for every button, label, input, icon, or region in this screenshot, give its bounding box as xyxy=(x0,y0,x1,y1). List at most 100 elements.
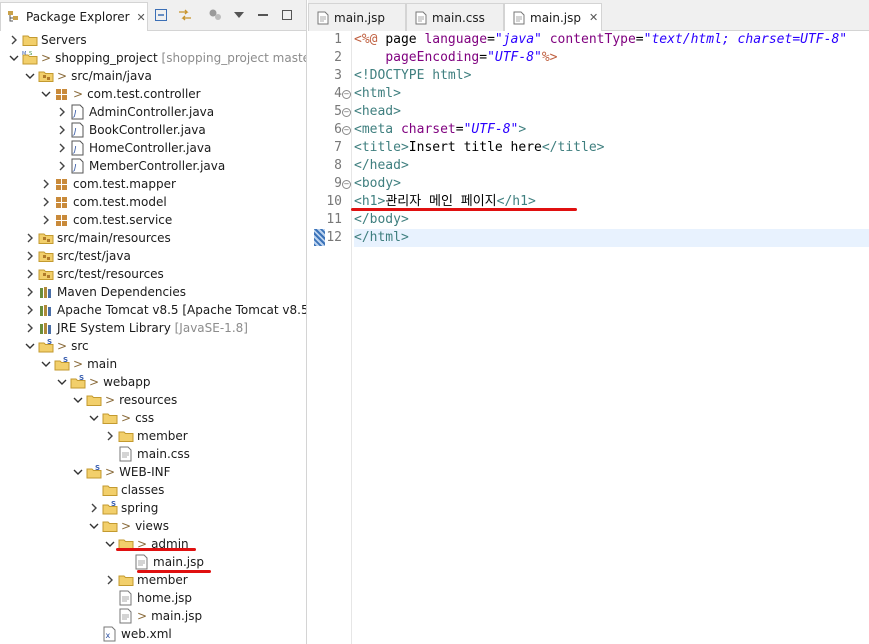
chevron-right-icon[interactable] xyxy=(40,212,52,228)
tree-item[interactable]: main.css xyxy=(0,445,306,463)
chevron-down-icon[interactable] xyxy=(88,410,100,426)
code-line[interactable]: <head> xyxy=(354,103,401,121)
chevron-right-icon[interactable] xyxy=(56,122,68,138)
chevron-down-icon[interactable] xyxy=(88,518,100,534)
tree-item[interactable]: M S > shopping_project [shopping_project ma… xyxy=(0,49,306,67)
chevron-right-icon[interactable] xyxy=(104,572,116,588)
code-line[interactable]: </html> xyxy=(354,229,869,247)
tree-item[interactable]: > src/main/java xyxy=(0,67,306,85)
code-line[interactable]: <!DOCTYPE html> xyxy=(354,67,471,85)
view-menu-icon[interactable] xyxy=(230,6,248,24)
tree-item[interactable]: member xyxy=(0,427,306,445)
chevron-right-icon[interactable] xyxy=(88,500,100,516)
tree-item[interactable]: com.test.mapper xyxy=(0,175,306,193)
chevron-down-icon[interactable] xyxy=(24,338,36,354)
line-number: 3 xyxy=(334,68,342,83)
minimize-icon[interactable] xyxy=(254,6,272,24)
code-token: </html> xyxy=(354,230,409,245)
tree-item[interactable]: S > webapp xyxy=(0,373,306,391)
chevron-right-icon[interactable] xyxy=(24,284,36,300)
git-decoration: > xyxy=(121,519,132,533)
chevron-right-icon[interactable] xyxy=(104,428,116,444)
tab-main-jsp-active[interactable]: main.jsp ✕ xyxy=(504,3,602,31)
chevron-down-icon[interactable] xyxy=(8,50,20,66)
fold-collapse-icon[interactable]: − xyxy=(342,90,351,99)
tree-item-label: src/test/java xyxy=(57,248,131,264)
code-line[interactable]: <meta charset="UTF-8"> xyxy=(354,121,526,139)
code-token: <meta xyxy=(354,122,401,137)
tree-item[interactable]: S > main xyxy=(0,355,306,373)
tree-item[interactable]: JRE System Library [JavaSE-1.8] xyxy=(0,319,306,337)
fold-collapse-icon[interactable]: − xyxy=(342,180,351,189)
tree-item[interactable]: com.test.service xyxy=(0,211,306,229)
tree-item[interactable]: Maven Dependencies xyxy=(0,283,306,301)
tree-item[interactable]: > resources xyxy=(0,391,306,409)
tree-item[interactable]: > css xyxy=(0,409,306,427)
tree-item-text: Apache Tomcat v8.5 [Apache Tomcat v8.5] xyxy=(57,303,307,317)
tree-item[interactable]: J HomeController.java xyxy=(0,139,306,157)
code-line[interactable]: pageEncoding="UTF-8"%> xyxy=(354,49,557,67)
chevron-down-icon[interactable] xyxy=(56,374,68,390)
chevron-right-icon[interactable] xyxy=(24,266,36,282)
tab-main-jsp-1[interactable]: main.jsp xyxy=(308,3,406,31)
chevron-down-icon[interactable] xyxy=(104,536,116,552)
tab-main-css[interactable]: main.css xyxy=(406,3,504,31)
chevron-down-icon[interactable] xyxy=(72,464,84,480)
tree-item[interactable]: classes xyxy=(0,481,306,499)
tree-item[interactable]: src/test/java xyxy=(0,247,306,265)
tree-item[interactable]: > com.test.controller xyxy=(0,85,306,103)
tree-item[interactable]: src/main/resources xyxy=(0,229,306,247)
code-line[interactable]: <%@ page language="java" contentType="te… xyxy=(354,31,847,49)
tab-label: main.jsp xyxy=(530,10,581,25)
tree-item[interactable]: > main.jsp xyxy=(0,607,306,625)
chevron-right-icon[interactable] xyxy=(40,176,52,192)
tree-item[interactable]: src/test/resources xyxy=(0,265,306,283)
chevron-down-icon[interactable] xyxy=(40,356,52,372)
chevron-right-icon[interactable] xyxy=(8,32,20,48)
tree-item[interactable]: Apache Tomcat v8.5 [Apache Tomcat v8.5] xyxy=(0,301,307,319)
git-decoration: > xyxy=(57,339,68,353)
package-explorer-tab[interactable]: Package Explorer ✕ xyxy=(0,2,148,31)
chevron-right-icon[interactable] xyxy=(24,320,36,336)
chevron-right-icon[interactable] xyxy=(56,104,68,120)
code-line[interactable]: <body> xyxy=(354,175,401,193)
tree-item[interactable]: main.jsp xyxy=(0,553,306,571)
tree-item[interactable]: J AdminController.java xyxy=(0,103,306,121)
chevron-down-icon[interactable] xyxy=(72,392,84,408)
tree-item[interactable]: S > WEB-INF xyxy=(0,463,306,481)
tree-item[interactable]: member xyxy=(0,571,306,589)
svg-text:S: S xyxy=(95,464,100,472)
fold-collapse-icon[interactable]: − xyxy=(342,108,351,117)
chevron-right-icon[interactable] xyxy=(56,140,68,156)
chevron-right-icon[interactable] xyxy=(40,194,52,210)
line-number: 12 xyxy=(326,230,342,245)
tree-item[interactable]: > views xyxy=(0,517,306,535)
tree-item[interactable]: com.test.model xyxy=(0,193,306,211)
chevron-right-icon[interactable] xyxy=(24,230,36,246)
tree-item[interactable]: S > src xyxy=(0,337,306,355)
code-line[interactable]: </body> xyxy=(354,211,409,229)
chevron-down-icon[interactable] xyxy=(40,86,52,102)
fold-collapse-icon[interactable]: − xyxy=(342,126,351,135)
focus-icon[interactable] xyxy=(206,6,224,24)
chevron-right-icon[interactable] xyxy=(56,158,68,174)
collapse-all-icon[interactable] xyxy=(152,6,170,24)
chevron-right-icon[interactable] xyxy=(24,248,36,264)
chevron-down-icon[interactable] xyxy=(24,68,36,84)
code-line[interactable]: <title>Insert title here</title> xyxy=(354,139,604,157)
maximize-icon[interactable] xyxy=(278,6,296,24)
chevron-right-icon[interactable] xyxy=(24,302,36,318)
code-editor[interactable]: 1 2 3 4−5−6−7 8 9−10 11 12 <%@ page language="j… xyxy=(308,31,869,644)
code-line[interactable]: </head> xyxy=(354,157,409,175)
tree-item[interactable]: x web.xml xyxy=(0,625,306,643)
close-icon[interactable]: ✕ xyxy=(137,11,146,24)
tree-item[interactable]: home.jsp xyxy=(0,589,306,607)
close-icon[interactable]: ✕ xyxy=(589,11,598,24)
tree-item[interactable]: J BookController.java xyxy=(0,121,306,139)
link-with-editor-icon[interactable] xyxy=(176,6,194,24)
tree-item[interactable]: Servers xyxy=(0,31,306,49)
css-file-icon xyxy=(415,11,427,24)
tree-item[interactable]: J MemberController.java xyxy=(0,157,306,175)
code-line[interactable]: <html> xyxy=(354,85,401,103)
tree-item[interactable]: Sspring xyxy=(0,499,306,517)
